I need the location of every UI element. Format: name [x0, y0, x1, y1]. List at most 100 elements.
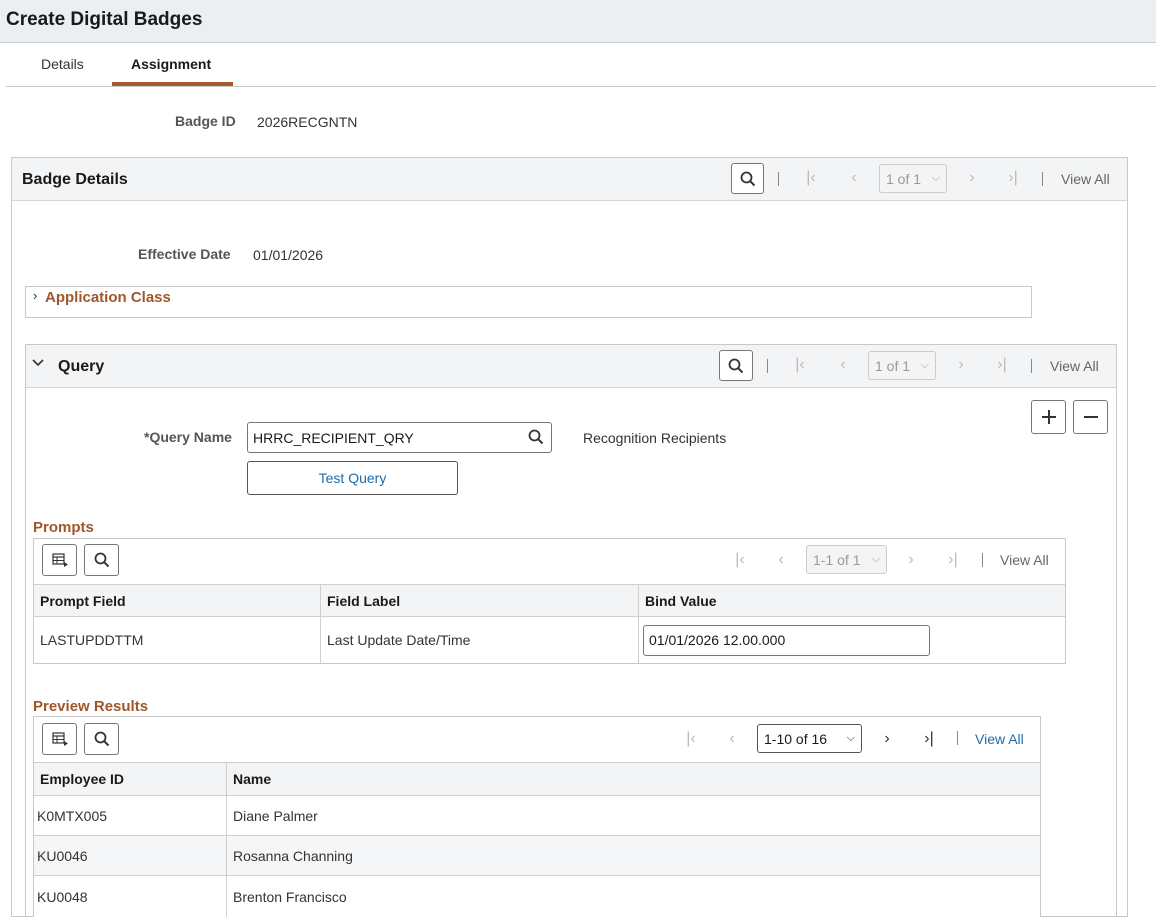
previous-page-icon[interactable]: ‹: [722, 729, 742, 749]
search-icon: [94, 731, 109, 747]
first-page-icon[interactable]: |‹: [790, 355, 810, 375]
prompts-page-select[interactable]: 1-1 of 1 ⌵: [806, 545, 887, 574]
badge-details-header: [12, 158, 1127, 201]
chevron-down-icon: ⌵: [846, 732, 855, 744]
query-name-input[interactable]: HRRC_RECIPIENT_QRY: [247, 422, 552, 453]
employee-name-cell: Rosanna Channing: [233, 847, 353, 864]
column-header[interactable]: Bind Value: [639, 585, 1065, 616]
query-description: Recognition Recipients: [583, 430, 727, 446]
next-page-icon[interactable]: ›: [962, 168, 982, 188]
chevron-down-icon: ⌵: [931, 172, 940, 184]
query-page-select[interactable]: 1 of 1 ⌵: [868, 351, 936, 380]
pager-separator: [957, 731, 958, 745]
prompts-view-all[interactable]: View All: [1000, 552, 1049, 568]
prompts-header-row: Prompt Field Field Label Bind Value: [34, 584, 1065, 617]
preview-view-all[interactable]: View All: [975, 731, 1024, 747]
query-name-label: *Query Name: [144, 429, 232, 445]
employee-id-cell: KU0048: [34, 876, 227, 917]
query-view-all[interactable]: View All: [1050, 358, 1099, 374]
chevron-down-icon[interactable]: [31, 356, 45, 373]
application-class-section[interactable]: [25, 286, 1032, 318]
pager-separator: [1042, 172, 1043, 186]
bind-value-cell: 01/01/2026 12.00.000: [639, 617, 1065, 663]
tab-assignment[interactable]: Assignment: [131, 56, 211, 72]
grid-settings-icon: [51, 553, 68, 567]
badge-details-search-button[interactable]: [731, 163, 764, 194]
prompts-title: Prompts: [33, 519, 94, 536]
tab-details[interactable]: Details: [41, 56, 84, 72]
page-count: 1 of 1: [886, 170, 922, 187]
page-count: 1-10 of 16: [764, 730, 828, 747]
employee-id-cell: KU0046: [34, 836, 227, 875]
grid-settings-icon: [51, 732, 68, 746]
minus-icon: [1083, 416, 1098, 418]
last-page-icon[interactable]: ›|: [992, 355, 1012, 375]
badge-details-title: Badge Details: [22, 171, 128, 188]
pager-separator: [982, 553, 983, 567]
search-icon: [94, 552, 109, 568]
pager-separator: [767, 359, 768, 373]
delete-row-button[interactable]: [1073, 400, 1108, 434]
prompt-field-cell: LASTUPDDTTM: [34, 617, 321, 663]
badge-id-label: Badge ID: [175, 113, 236, 129]
last-page-icon[interactable]: ›|: [919, 729, 939, 749]
page-title: Create Digital Badges: [6, 9, 203, 30]
badge-details-view-all[interactable]: View All: [1061, 171, 1110, 187]
last-page-icon[interactable]: ›|: [1003, 168, 1023, 188]
table-row: LASTUPDDTTM Last Update Date/Time 01/01/…: [34, 617, 1065, 663]
next-page-icon[interactable]: ›: [951, 355, 971, 375]
field-label-cell: Last Update Date/Time: [321, 617, 639, 663]
table-row: KU0046 Rosanna Channing: [34, 836, 1040, 876]
preview-page-select[interactable]: 1-10 of 16 ⌵: [757, 724, 862, 753]
badge-id-value: 2026RECGNTN: [257, 114, 358, 130]
next-page-icon[interactable]: ›: [877, 729, 897, 749]
table-row: KU0048 Brenton Francisco: [34, 876, 1040, 917]
first-page-icon[interactable]: |‹: [681, 729, 701, 749]
preview-personalize-button[interactable]: [42, 723, 77, 755]
chevron-right-icon[interactable]: ›: [33, 288, 37, 303]
page-count: 1 of 1: [875, 357, 911, 374]
column-header[interactable]: Name: [227, 763, 1040, 795]
plus-icon: [1041, 410, 1056, 424]
prompts-personalize-button[interactable]: [42, 544, 77, 576]
search-icon: [740, 171, 755, 186]
effective-date-value: 01/01/2026: [253, 247, 324, 263]
add-row-button[interactable]: [1031, 400, 1066, 434]
previous-page-icon[interactable]: ‹: [844, 168, 864, 188]
preview-header-row: Employee ID Name: [34, 762, 1040, 796]
effective-date-label: Effective Date: [138, 246, 231, 262]
pager-separator: [778, 172, 779, 186]
test-query-button[interactable]: Test Query: [247, 461, 458, 495]
preview-results-title: Preview Results: [33, 698, 149, 715]
column-header[interactable]: Employee ID: [34, 763, 227, 795]
badge-details-page-select[interactable]: 1 of 1 ⌵: [879, 164, 947, 193]
first-page-icon[interactable]: |‹: [801, 168, 821, 188]
employee-name-cell: Brenton Francisco: [233, 888, 347, 905]
employee-name-cell: Diane Palmer: [233, 807, 318, 824]
first-page-icon[interactable]: |‹: [730, 550, 750, 570]
search-icon: [728, 358, 744, 373]
next-page-icon[interactable]: ›: [901, 550, 921, 570]
column-header[interactable]: Field Label: [321, 585, 639, 616]
last-page-icon[interactable]: ›|: [943, 550, 963, 570]
bind-value-input[interactable]: 01/01/2026 12.00.000: [643, 624, 930, 656]
chevron-down-icon: ⌵: [920, 359, 929, 371]
query-lookup-icon[interactable]: [528, 429, 544, 448]
query-name-value: HRRC_RECIPIENT_QRY: [253, 429, 414, 446]
previous-page-icon[interactable]: ‹: [771, 550, 791, 570]
query-title[interactable]: Query: [58, 358, 104, 376]
chevron-down-icon: ⌵: [871, 553, 880, 565]
preview-find-button[interactable]: [84, 723, 119, 755]
bind-value: 01/01/2026 12.00.000: [649, 632, 786, 648]
column-header[interactable]: Prompt Field: [34, 585, 321, 616]
application-class-title[interactable]: Application Class: [45, 289, 171, 306]
prompts-find-button[interactable]: [84, 544, 119, 576]
table-row: K0MTX005 Diane Palmer: [34, 796, 1040, 836]
employee-id-cell: K0MTX005: [34, 796, 227, 835]
tabs-divider: [6, 86, 1156, 87]
page-count: 1-1 of 1: [813, 551, 861, 568]
pager-separator: [1031, 359, 1032, 373]
page-header: Create Digital Badges: [0, 0, 1156, 43]
query-search-button[interactable]: [719, 350, 753, 381]
previous-page-icon[interactable]: ‹: [833, 355, 853, 375]
